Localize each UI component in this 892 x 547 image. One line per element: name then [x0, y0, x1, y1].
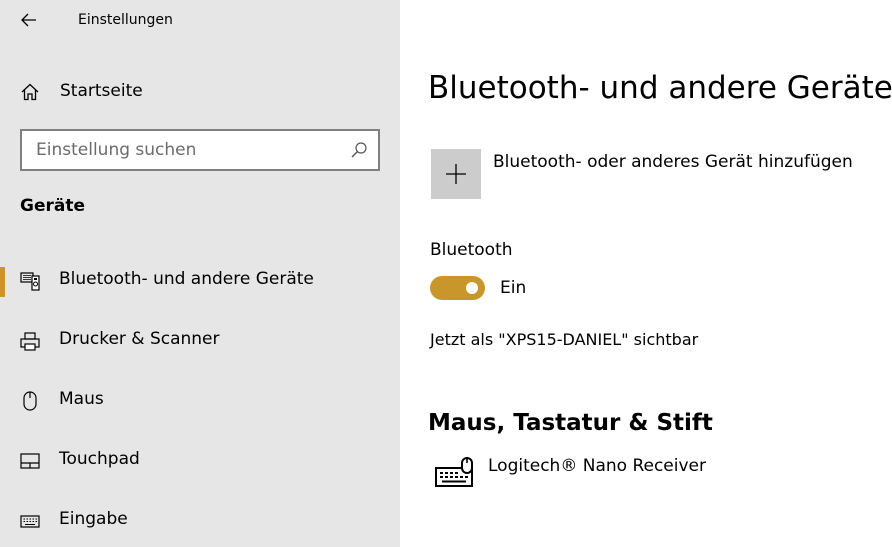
keyboard-mouse-icon — [435, 457, 473, 487]
toggle-knob — [466, 282, 478, 294]
bluetooth-state: Ein — [500, 278, 527, 298]
bluetooth-label: Bluetooth — [430, 240, 513, 260]
device-item[interactable]: Logitech® Nano Receiver — [430, 452, 870, 492]
sidebar-item-input[interactable]: Eingabe — [0, 494, 400, 547]
touchpad-icon — [20, 453, 40, 469]
sidebar-item-home[interactable]: Startseite — [0, 70, 400, 114]
title-bar: Einstellungen — [0, 0, 400, 42]
home-icon — [21, 83, 39, 101]
add-device-label[interactable]: Bluetooth- oder anderes Gerät hinzufügen — [493, 152, 853, 172]
section-heading-input-devices: Maus, Tastatur & Stift — [428, 410, 713, 436]
mouse-icon — [23, 391, 37, 411]
printer-icon — [20, 332, 40, 351]
app-title: Einstellungen — [78, 12, 173, 28]
bluetooth-toggle[interactable] — [430, 276, 485, 300]
main-content: Bluetooth- und andere Geräte Bluetooth- … — [400, 0, 892, 547]
visibility-status: Jetzt als "XPS15-DANIEL" sichtbar — [430, 330, 699, 349]
sidebar-item-touchpad[interactable]: Touchpad — [0, 434, 400, 490]
sidebar-item-label: Maus — [59, 389, 104, 409]
sidebar-item-label: Bluetooth- und andere Geräte — [59, 269, 314, 289]
add-device-button[interactable] — [431, 149, 481, 199]
device-name: Logitech® Nano Receiver — [488, 456, 706, 476]
search-icon[interactable] — [350, 141, 368, 159]
back-arrow-icon — [21, 13, 36, 27]
bluetooth-devices-icon — [20, 272, 40, 291]
sidebar-item-bluetooth[interactable]: Bluetooth- und andere Geräte — [0, 254, 400, 310]
sidebar-item-label: Startseite — [60, 81, 143, 101]
section-heading: Geräte — [20, 196, 85, 216]
back-button[interactable] — [10, 5, 48, 35]
search-box[interactable] — [20, 129, 380, 171]
keyboard-icon — [20, 515, 40, 528]
search-input[interactable] — [22, 131, 342, 169]
plus-icon — [446, 164, 466, 184]
page-title: Bluetooth- und andere Geräte — [428, 70, 892, 106]
sidebar-item-printers[interactable]: Drucker & Scanner — [0, 314, 400, 370]
sidebar-item-label: Eingabe — [59, 509, 128, 529]
sidebar-item-mouse[interactable]: Maus — [0, 374, 400, 430]
sidebar-item-label: Drucker & Scanner — [59, 329, 220, 349]
sidebar: Einstellungen Startseite Geräte Bluetoot… — [0, 0, 400, 547]
sidebar-item-label: Touchpad — [59, 449, 140, 469]
